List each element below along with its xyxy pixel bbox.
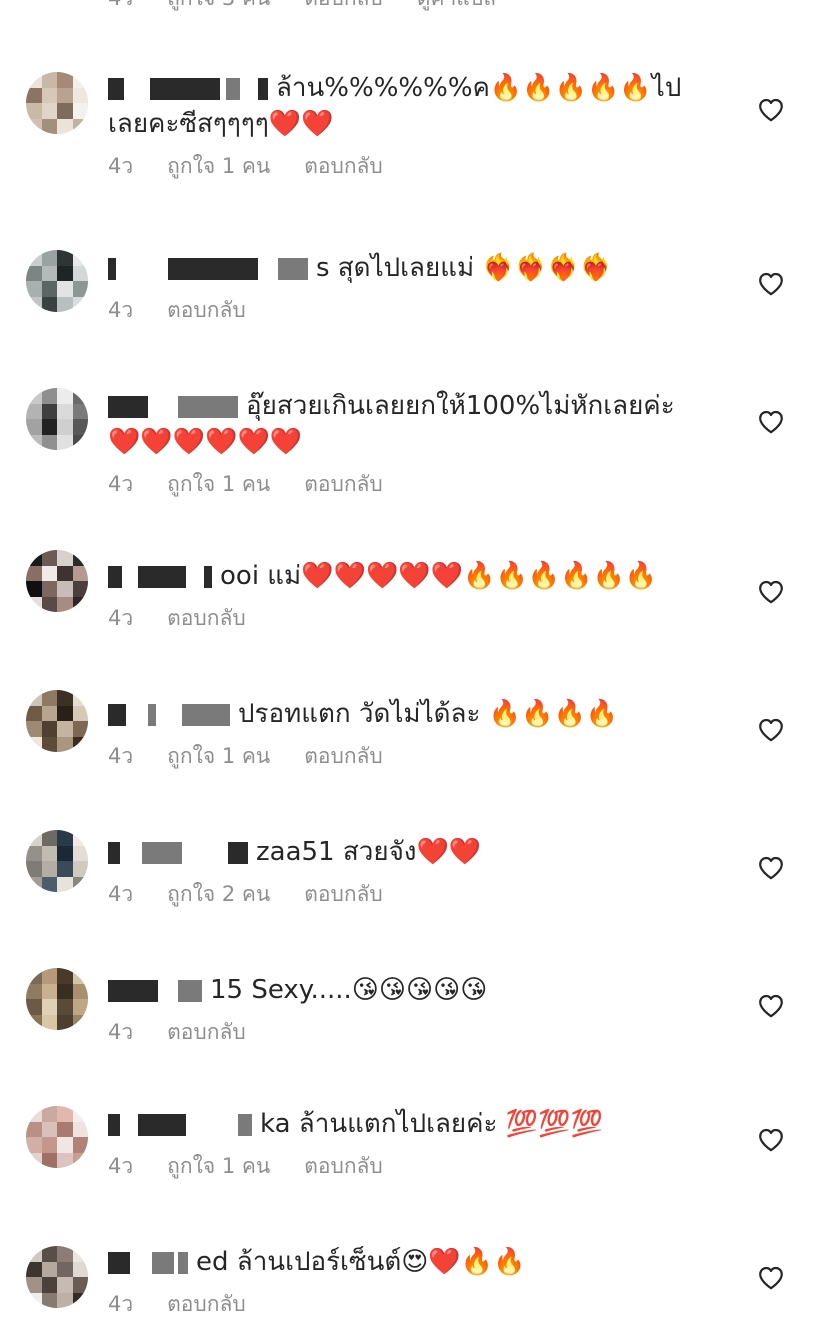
comment-text: ed ล้านเปอร์เซ็นต์😍❤️🔥🔥: [196, 1247, 526, 1277]
comment-body: ล้าน%%%%%%ค🔥🔥🔥🔥🔥ไปเลยคะซีสๆๆๆๆ❤️❤️ 4ว ถูกใ…: [108, 70, 728, 180]
comment-meta: 4ว ตอบกลับ: [108, 1018, 728, 1046]
username-redacted[interactable]: [108, 565, 212, 588]
username-redacted[interactable]: [108, 703, 230, 726]
comment-meta: 4ว ตอบกลับ: [108, 1290, 728, 1318]
reply-button[interactable]: ตอบกลับ: [167, 604, 246, 632]
comment-body: zaa51 สวยจัง❤️❤️ 4ว ถูกใจ 2 คน ตอบกลับ: [108, 834, 728, 908]
comment-text-line: อุ๊ยสวยเกินเลยยกให้100%ไม่หักเลยค่ะ: [108, 388, 728, 424]
avatar[interactable]: [26, 388, 88, 450]
comment-text: เลยคะซีสๆๆๆๆ❤️❤️: [108, 109, 334, 139]
comment-text-line: ❤️❤️❤️❤️❤️❤️: [108, 424, 728, 460]
comment-meta: 4ว ถูกใจ 1 คน ตอบกลับ: [108, 152, 728, 180]
avatar[interactable]: [26, 1106, 88, 1168]
comment-time: 4ว: [108, 298, 134, 322]
username-redacted[interactable]: [108, 77, 268, 100]
reply-button[interactable]: ตอบกลับ: [304, 742, 383, 770]
reply-button[interactable]: ตอบกลับ: [304, 470, 383, 498]
like-heart-icon[interactable]: [758, 1266, 784, 1290]
like-heart-icon[interactable]: [758, 272, 784, 296]
comment-text-line: s สุดไปเลยแม่ ❤️‍🔥❤️‍🔥❤️‍🔥❤️‍🔥: [108, 250, 728, 286]
comment-body: ed ล้านเปอร์เซ็นต์😍❤️🔥🔥 4ว ตอบกลับ: [108, 1244, 728, 1318]
comment-body: ปรอทแตก วัดไม่ได้ละ 🔥🔥🔥🔥 4ว ถูกใจ 1 คน ตอบก…: [108, 696, 728, 770]
like-heart-icon[interactable]: [758, 1128, 784, 1152]
comment-meta: 4ว ถูกใจ 2 คน ตอบกลับ: [108, 880, 728, 908]
like-heart-icon[interactable]: [758, 580, 784, 604]
comment-time: 4ว: [108, 0, 133, 18]
comment-text-line: ooi แม่❤️❤️❤️❤️❤️🔥🔥🔥🔥🔥🔥: [108, 558, 728, 594]
comment-text-line: ka ล้านแตกไปเลยค่ะ 💯💯💯: [108, 1106, 728, 1142]
comment-body: 15 Sexy.....😘😘😘😘😘 4ว ตอบกลับ: [108, 972, 728, 1046]
comment-text: ooi แม่❤️❤️❤️❤️❤️🔥🔥🔥🔥🔥🔥: [220, 561, 658, 591]
comment-time: 4ว: [108, 1020, 134, 1044]
avatar[interactable]: [26, 250, 88, 312]
reply-button[interactable]: ตอบกลับ: [167, 296, 246, 324]
comment-time: 4ว: [108, 606, 134, 630]
username-redacted[interactable]: [108, 1251, 188, 1274]
previous-comment-meta: 4ว ถูกใจ 3 คน ตอบกลับ ดูคำแปล: [108, 0, 496, 18]
username-redacted[interactable]: [108, 979, 202, 1002]
username-redacted[interactable]: [108, 841, 248, 864]
comment-meta: 4ว ถูกใจ 1 คน ตอบกลับ: [108, 470, 728, 498]
comment-meta: 4ว ตอบกลับ: [108, 296, 728, 324]
reply-button[interactable]: ตอบกลับ: [304, 1152, 383, 1180]
comment-text: อุ๊ยสวยเกินเลยยกให้100%ไม่หักเลยค่ะ: [246, 391, 675, 421]
comment-meta: 4ว ถูกใจ 1 คน ตอบกลับ: [108, 1152, 728, 1180]
comment-text-line: 15 Sexy.....😘😘😘😘😘: [108, 972, 728, 1008]
comment-text: s สุดไปเลยแม่ ❤️‍🔥❤️‍🔥❤️‍🔥❤️‍🔥: [316, 253, 612, 283]
reply-button[interactable]: ตอบกลับ: [304, 880, 383, 908]
comment-time: 4ว: [108, 882, 134, 906]
username-redacted[interactable]: [108, 1113, 252, 1136]
avatar[interactable]: [26, 690, 88, 752]
username-redacted[interactable]: [108, 257, 308, 280]
avatar[interactable]: [26, 968, 88, 1030]
like-heart-icon[interactable]: [758, 994, 784, 1018]
likes-count-link[interactable]: ถูกใจ 1 คน: [167, 152, 270, 180]
comment-body: ka ล้านแตกไปเลยค่ะ 💯💯💯 4ว ถูกใจ 1 คน ตอบกลั…: [108, 1106, 728, 1180]
comment-time: 4ว: [108, 154, 134, 178]
reply-button[interactable]: ตอบกลับ: [167, 1018, 246, 1046]
comment-text: ปรอทแตก วัดไม่ได้ละ 🔥🔥🔥🔥: [238, 699, 619, 729]
likes-count-link[interactable]: ถูกใจ 1 คน: [167, 742, 270, 770]
comment-meta: 4ว ถูกใจ 1 คน ตอบกลับ: [108, 742, 728, 770]
comment-text: ❤️❤️❤️❤️❤️❤️: [108, 427, 303, 457]
comment-text-line: ล้าน%%%%%%ค🔥🔥🔥🔥🔥ไป: [108, 70, 728, 106]
reply-button[interactable]: ตอบกลับ: [304, 0, 383, 18]
comment-body: อุ๊ยสวยเกินเลยยกให้100%ไม่หักเลยค่ะ ❤️❤️❤…: [108, 388, 728, 498]
reply-button[interactable]: ตอบกลับ: [167, 1290, 246, 1318]
comment-text-line: เลยคะซีสๆๆๆๆ❤️❤️: [108, 106, 728, 142]
likes-count-link[interactable]: ถูกใจ 1 คน: [167, 1152, 270, 1180]
avatar[interactable]: [26, 1246, 88, 1308]
comment-text-line: ปรอทแตก วัดไม่ได้ละ 🔥🔥🔥🔥: [108, 696, 728, 732]
comment-time: 4ว: [108, 1154, 134, 1178]
comment-time: 4ว: [108, 744, 134, 768]
likes-count-link[interactable]: ถูกใจ 1 คน: [167, 470, 270, 498]
comment-text-line: zaa51 สวยจัง❤️❤️: [108, 834, 728, 870]
avatar[interactable]: [26, 550, 88, 612]
comment-text-line: ed ล้านเปอร์เซ็นต์😍❤️🔥🔥: [108, 1244, 728, 1280]
comment-time: 4ว: [108, 1292, 134, 1316]
likes-count-link[interactable]: ถูกใจ 2 คน: [167, 880, 270, 908]
comment-time: 4ว: [108, 472, 134, 496]
username-redacted[interactable]: [108, 395, 238, 418]
avatar[interactable]: [26, 72, 88, 134]
comment-body: ooi แม่❤️❤️❤️❤️❤️🔥🔥🔥🔥🔥🔥 4ว ตอบกลับ: [108, 558, 728, 632]
like-heart-icon[interactable]: [758, 856, 784, 880]
comment-text: ล้าน%%%%%%ค🔥🔥🔥🔥🔥ไป: [276, 73, 682, 103]
likes-count-link[interactable]: ถูกใจ 3 คน: [167, 0, 270, 18]
reply-button[interactable]: ตอบกลับ: [304, 152, 383, 180]
like-heart-icon[interactable]: [758, 410, 784, 434]
comment-text: 15 Sexy.....😘😘😘😘😘: [210, 975, 488, 1005]
like-heart-icon[interactable]: [758, 98, 784, 122]
see-translation-link[interactable]: ดูคำแปล: [417, 0, 496, 18]
comment-text: ka ล้านแตกไปเลยค่ะ 💯💯💯: [260, 1109, 603, 1139]
avatar[interactable]: [26, 830, 88, 892]
comment-text: zaa51 สวยจัง❤️❤️: [256, 837, 482, 867]
comment-body: s สุดไปเลยแม่ ❤️‍🔥❤️‍🔥❤️‍🔥❤️‍🔥 4ว ตอบกลับ: [108, 250, 728, 324]
like-heart-icon[interactable]: [758, 718, 784, 742]
comment-meta: 4ว ตอบกลับ: [108, 604, 728, 632]
